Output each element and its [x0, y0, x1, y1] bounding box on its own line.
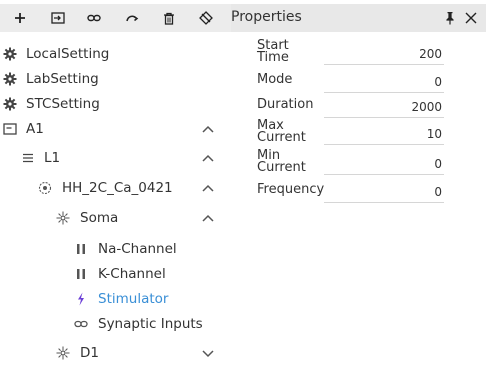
tree-item-soma[interactable]: Soma — [0, 206, 231, 231]
tree-item-label: LocalSetting — [26, 46, 110, 62]
app-window: LocalSetting LabSetting STCSetting A1 L1… — [0, 0, 486, 388]
delete-icon[interactable] — [157, 4, 181, 32]
close-icon[interactable] — [464, 11, 478, 25]
property-label: Start Time — [257, 38, 289, 65]
cell-icon — [56, 346, 70, 360]
tree-item-a1[interactable]: A1 — [0, 117, 231, 142]
properties-title: Properties — [231, 9, 302, 25]
property-value-input[interactable]: 0 — [324, 154, 444, 175]
properties-header: Properties — [231, 4, 486, 32]
tree-item-label: HH_2C_Ca_0421 — [62, 180, 173, 196]
tree-item-label: STCSetting — [26, 96, 100, 112]
tree-item-label: Na-Channel — [98, 241, 177, 257]
cell-icon — [56, 211, 70, 225]
tree-item-label: Soma — [80, 210, 119, 226]
tree-item-d1[interactable]: D1 — [0, 341, 231, 366]
tree-item-label: LabSetting — [26, 71, 99, 87]
property-value: 200 — [419, 47, 442, 61]
chevron-up-icon[interactable] — [201, 182, 215, 194]
property-label: Frequency — [257, 182, 325, 197]
clear-icon[interactable] — [194, 4, 218, 32]
chevron-down-icon[interactable] — [201, 347, 215, 359]
neuron-icon — [38, 181, 52, 195]
tree-item-label: D1 — [80, 345, 99, 361]
import-icon[interactable] — [46, 4, 70, 32]
property-value-input[interactable]: 0 — [324, 72, 444, 93]
property-label: Duration — [257, 97, 314, 112]
tree-item-na-channel[interactable]: Na-Channel — [0, 237, 231, 262]
tree-item-localsetting[interactable]: LocalSetting — [0, 42, 231, 67]
property-value-input[interactable]: 2000 — [324, 97, 444, 118]
tree-item-label: A1 — [26, 121, 44, 137]
tree-item-stcsetting[interactable]: STCSetting — [0, 92, 231, 117]
tree-item-stimulator[interactable]: Stimulator — [0, 287, 231, 312]
window-icon — [3, 122, 17, 136]
properties-panel: Properties Start Time 200 Mode 0 Duratio… — [231, 0, 486, 388]
tree-item-synaptic-inputs[interactable]: Synaptic Inputs — [0, 312, 231, 337]
property-label: Min Current — [257, 148, 306, 175]
tree-panel: LocalSetting LabSetting STCSetting A1 L1… — [0, 0, 231, 388]
redo-icon[interactable] — [120, 4, 144, 32]
property-value: 0 — [434, 185, 442, 199]
tree-item-label: Stimulator — [98, 291, 169, 307]
lightning-icon — [74, 292, 88, 306]
pin-icon[interactable] — [444, 11, 456, 25]
chevron-up-icon[interactable] — [201, 123, 215, 135]
tree-item-k-channel[interactable]: K-Channel — [0, 262, 231, 287]
channel-icon — [74, 267, 88, 281]
gear-icon — [3, 97, 17, 111]
link-icon — [74, 317, 88, 331]
tree-item-l1[interactable]: L1 — [0, 146, 231, 171]
gear-icon — [3, 47, 17, 61]
chevron-up-icon[interactable] — [201, 152, 215, 164]
list-icon — [21, 151, 35, 165]
property-value-input[interactable]: 200 — [324, 44, 444, 65]
property-value: 10 — [426, 127, 442, 141]
property-value-input[interactable]: 0 — [324, 182, 444, 203]
property-label: Max Current — [257, 118, 306, 145]
chevron-up-icon[interactable] — [201, 212, 215, 224]
channel-icon — [74, 242, 88, 256]
property-value: 2000 — [411, 100, 442, 114]
property-value-input[interactable]: 10 — [324, 124, 444, 145]
tree-item-label: Synaptic Inputs — [98, 316, 203, 332]
tree-item-labsetting[interactable]: LabSetting — [0, 67, 231, 92]
add-icon[interactable] — [8, 4, 32, 32]
property-value: 0 — [434, 75, 442, 89]
gear-icon — [3, 72, 17, 86]
property-label: Mode — [257, 72, 293, 87]
tree-item-label: L1 — [44, 150, 61, 166]
tree-item-label: K-Channel — [98, 266, 166, 282]
property-value: 0 — [434, 157, 442, 171]
toolbar — [0, 4, 231, 32]
tree-item-hh-2c-ca-0421[interactable]: HH_2C_Ca_0421 — [0, 176, 231, 201]
link-icon[interactable] — [82, 4, 106, 32]
